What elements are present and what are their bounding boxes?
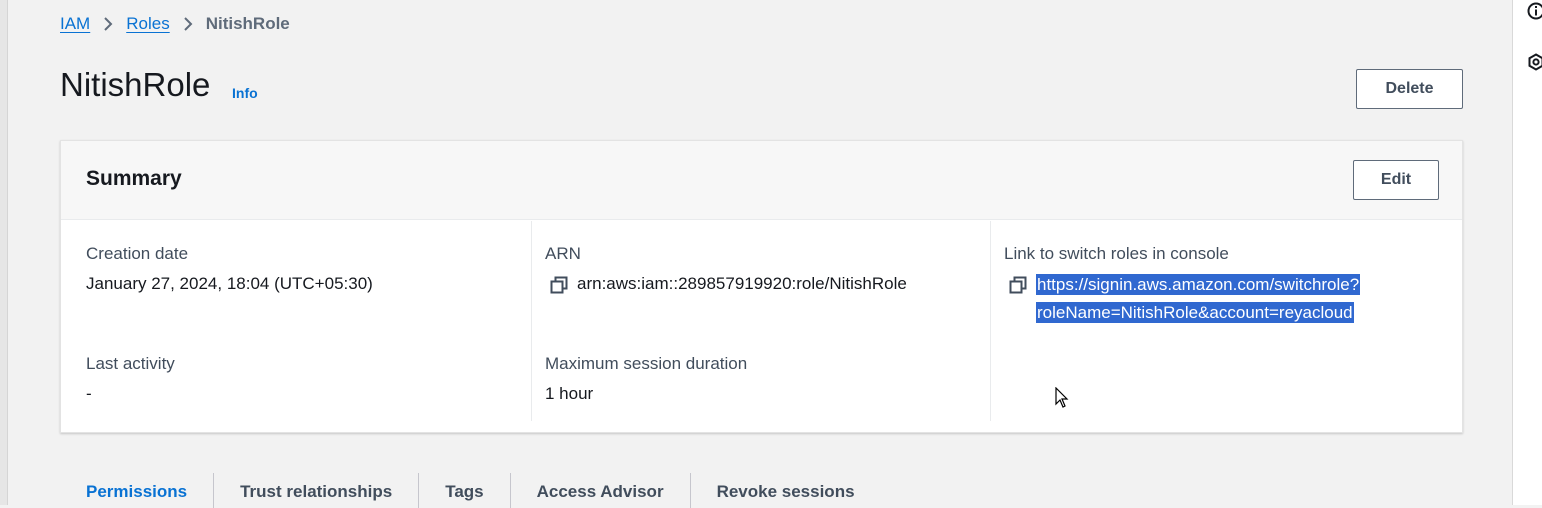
chevron-right-icon [170, 16, 206, 32]
arn-value: arn:aws:iam::289857919920:role/NitishRol… [577, 274, 907, 294]
tab-tags[interactable]: Tags [419, 470, 509, 505]
creation-date-value: January 27, 2024, 18:04 (UTC+05:30) [86, 274, 373, 294]
summary-card: Summary Edit Creation date January 27, 2… [60, 140, 1463, 433]
switch-roles-link-label: Link to switch roles in console [1004, 244, 1229, 264]
edit-button[interactable]: Edit [1353, 160, 1439, 200]
tab-access-advisor[interactable]: Access Advisor [511, 470, 690, 505]
column-divider [531, 221, 532, 421]
role-tabs: Permissions Trust relationships Tags Acc… [60, 470, 881, 505]
tab-trust-relationships[interactable]: Trust relationships [214, 470, 418, 505]
breadcrumb-roles-link[interactable]: Roles [126, 14, 169, 34]
chevron-right-icon [90, 16, 126, 32]
info-link[interactable]: Info [232, 85, 258, 101]
page-title: NitishRole [60, 66, 210, 104]
summary-title: Summary [86, 167, 182, 191]
last-activity-value: - [86, 384, 92, 404]
right-side-rail [1512, 0, 1542, 505]
mouse-cursor-icon [1055, 387, 1069, 409]
left-border [0, 0, 8, 505]
breadcrumb-current: NitishRole [206, 14, 290, 34]
settings-icon[interactable] [1527, 53, 1542, 71]
switch-roles-link-line1: https://signin.aws.amazon.com/switchrole… [1036, 274, 1360, 295]
copy-icon[interactable] [1009, 276, 1027, 294]
switch-roles-link-line2: roleName=NitishRole&account=reyacloud [1036, 302, 1354, 323]
breadcrumb-iam-link[interactable]: IAM [60, 14, 90, 34]
max-session-duration-label: Maximum session duration [545, 354, 747, 374]
delete-button[interactable]: Delete [1356, 69, 1463, 109]
column-divider [990, 221, 991, 421]
summary-header: Summary Edit [61, 141, 1462, 220]
last-activity-label: Last activity [86, 354, 175, 374]
tab-revoke-sessions[interactable]: Revoke sessions [691, 470, 881, 505]
copy-icon[interactable] [550, 276, 568, 294]
info-icon[interactable] [1527, 2, 1542, 20]
breadcrumb: IAM Roles NitishRole [60, 13, 290, 35]
creation-date-label: Creation date [86, 244, 188, 264]
arn-label: ARN [545, 244, 581, 264]
tab-permissions[interactable]: Permissions [60, 470, 213, 505]
max-session-duration-value: 1 hour [545, 384, 593, 404]
switch-roles-link[interactable]: https://signin.aws.amazon.com/switchrole… [1036, 271, 1386, 327]
